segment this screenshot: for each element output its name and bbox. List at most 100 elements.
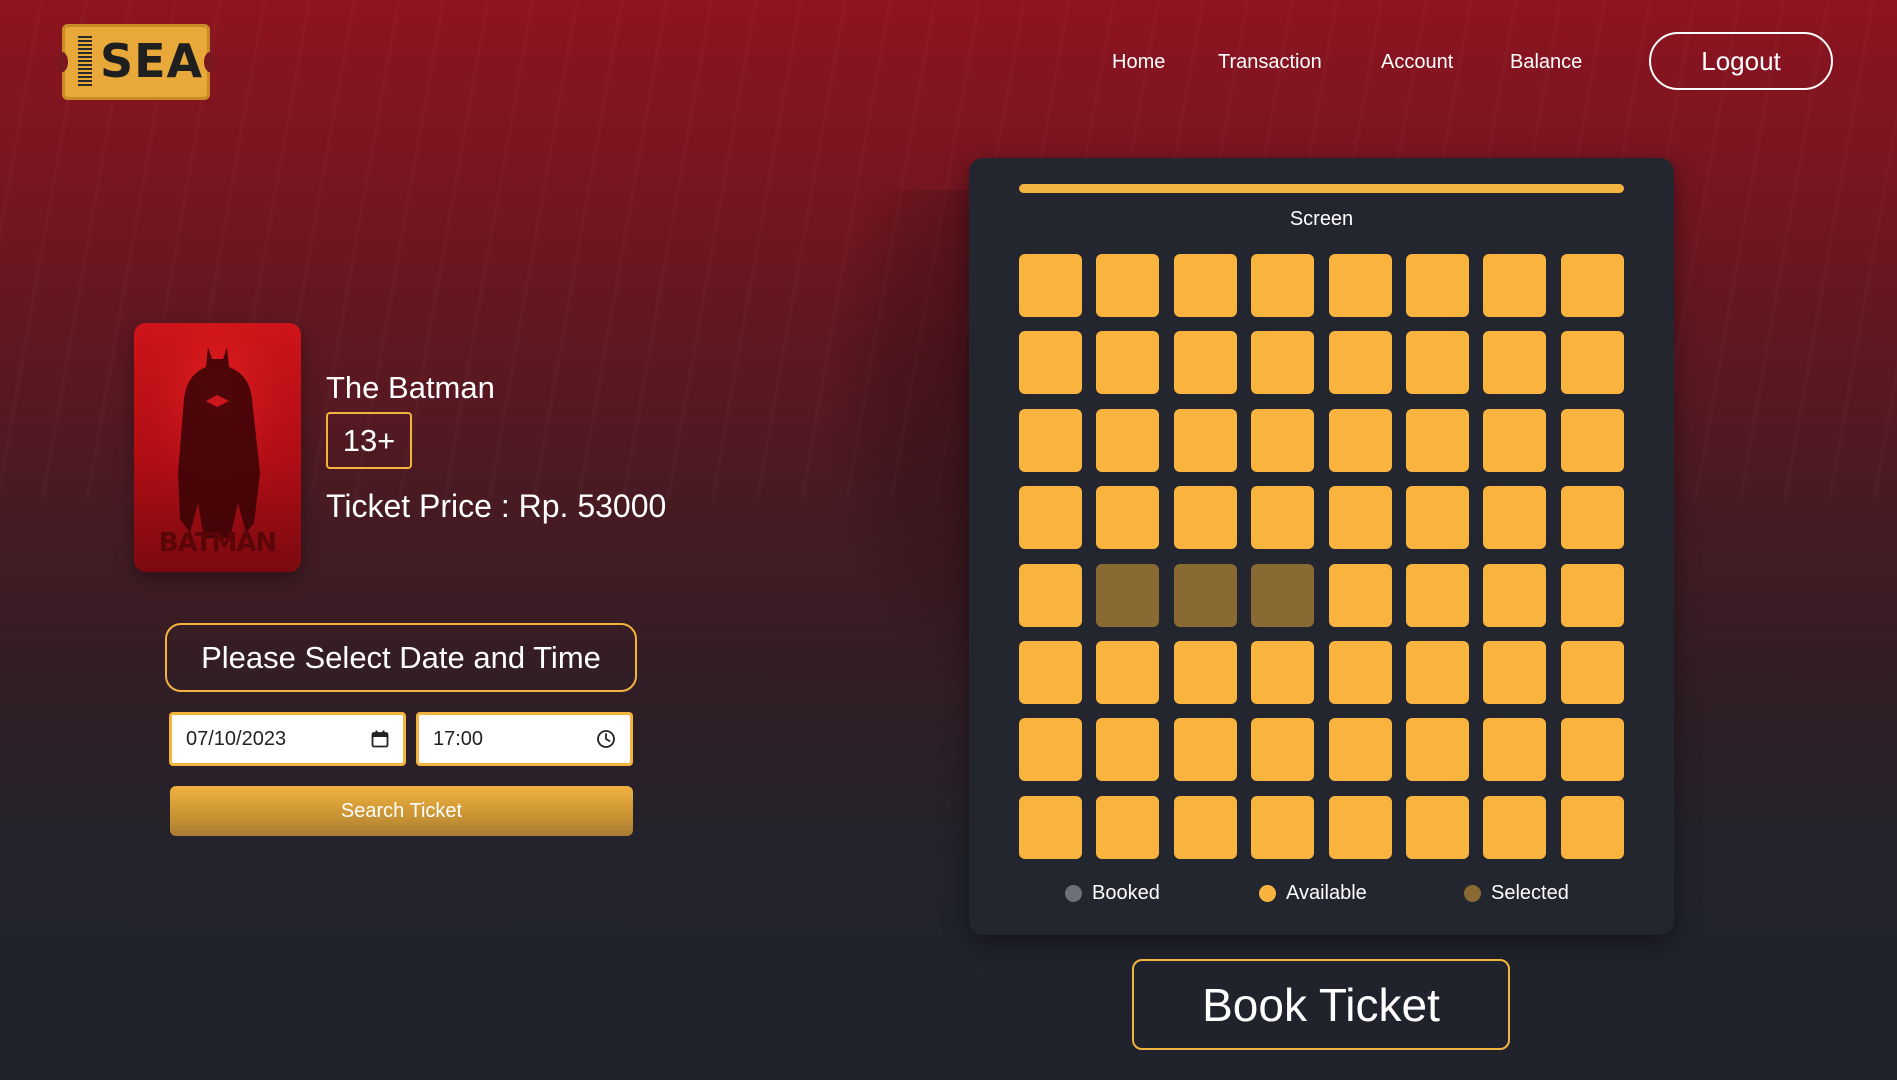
legend-booked-dot xyxy=(1065,885,1082,902)
seat-r2-c1-available[interactable] xyxy=(1019,331,1082,395)
seat-r3-c5-available[interactable] xyxy=(1328,408,1392,472)
nav-balance[interactable]: Balance xyxy=(1510,51,1582,74)
legend-available: Available xyxy=(1259,882,1367,905)
seat-r1-c1-available[interactable] xyxy=(1019,254,1082,317)
seat-r7-c6-available[interactable] xyxy=(1406,718,1469,782)
seat-r5-c8-available[interactable] xyxy=(1560,563,1624,627)
seat-r7-c1-available[interactable] xyxy=(1019,718,1082,782)
seat-r3-c4-available[interactable] xyxy=(1251,408,1315,472)
seat-r3-c2-available[interactable] xyxy=(1096,408,1160,472)
legend-booked-label: Booked xyxy=(1092,882,1160,904)
movie-title: The Batman xyxy=(326,370,495,405)
logout-button[interactable]: Logout xyxy=(1649,32,1833,90)
seat-r8-c6-available[interactable] xyxy=(1406,795,1469,859)
time-value: 17:00 xyxy=(433,727,484,750)
age-rating-badge: 13+ xyxy=(326,412,412,469)
screen-bar xyxy=(1019,184,1624,193)
nav-account[interactable]: Account xyxy=(1381,51,1453,74)
seat-r3-c6-available[interactable] xyxy=(1406,408,1469,472)
seat-r2-c6-available[interactable] xyxy=(1406,331,1469,395)
seat-r7-c5-available[interactable] xyxy=(1328,718,1392,782)
seat-r2-c2-available[interactable] xyxy=(1096,331,1160,395)
seat-r6-c4-available[interactable] xyxy=(1251,641,1315,704)
seat-r7-c3-available[interactable] xyxy=(1173,718,1237,782)
seat-r4-c8-available[interactable] xyxy=(1560,486,1624,550)
seat-selection-panel: Screen Booked Available Selected xyxy=(969,158,1674,935)
seat-r1-c4-available[interactable] xyxy=(1251,254,1315,317)
seat-r6-c1-available[interactable] xyxy=(1019,641,1082,704)
seat-r8-c7-available[interactable] xyxy=(1483,795,1547,859)
seat-r4-c7-available[interactable] xyxy=(1483,486,1547,550)
clock-icon[interactable] xyxy=(596,729,616,749)
seat-r2-c8-available[interactable] xyxy=(1560,331,1624,395)
logo-notch-right xyxy=(204,52,216,72)
brand-logo-text: SEA xyxy=(100,34,204,88)
legend-selected: Selected xyxy=(1464,882,1569,905)
seat-r5-c1-available[interactable] xyxy=(1019,563,1082,627)
seat-r4-c3-available[interactable] xyxy=(1173,486,1237,550)
seat-r1-c8-available[interactable] xyxy=(1560,254,1624,317)
seat-legend: Booked Available Selected xyxy=(969,882,1674,912)
date-value: 07/10/2023 xyxy=(186,727,287,750)
seat-r6-c7-available[interactable] xyxy=(1483,641,1547,704)
nav-home[interactable]: Home xyxy=(1112,51,1165,74)
time-input[interactable]: 17:00 xyxy=(416,712,633,766)
seat-r1-c2-available[interactable] xyxy=(1096,254,1160,317)
seat-r7-c8-available[interactable] xyxy=(1560,718,1624,782)
seat-r6-c6-available[interactable] xyxy=(1406,641,1469,704)
seat-r3-c7-available[interactable] xyxy=(1483,408,1547,472)
seat-r7-c7-available[interactable] xyxy=(1483,718,1547,782)
legend-booked: Booked xyxy=(1065,882,1160,905)
ticket-price: Ticket Price : Rp. 53000 xyxy=(326,488,667,524)
seat-r8-c2-available[interactable] xyxy=(1096,795,1160,859)
seat-r3-c8-available[interactable] xyxy=(1560,408,1624,472)
seat-r1-c3-available[interactable] xyxy=(1173,254,1237,317)
seat-grid xyxy=(1019,254,1624,859)
seat-r6-c5-available[interactable] xyxy=(1328,641,1392,704)
seat-r6-c2-available[interactable] xyxy=(1096,641,1160,704)
date-input[interactable]: 07/10/2023 xyxy=(169,712,406,766)
seat-r7-c4-available[interactable] xyxy=(1251,718,1315,782)
seat-r5-c3-selected[interactable] xyxy=(1173,563,1237,627)
seat-r3-c1-available[interactable] xyxy=(1019,408,1082,472)
seat-r5-c6-available[interactable] xyxy=(1406,563,1469,627)
seat-r1-c6-available[interactable] xyxy=(1406,254,1469,317)
seat-r4-c5-available[interactable] xyxy=(1328,486,1392,550)
barcode-icon xyxy=(78,36,92,88)
seat-r2-c3-available[interactable] xyxy=(1173,331,1237,395)
logo-notch-left xyxy=(56,52,68,72)
seat-r2-c5-available[interactable] xyxy=(1328,331,1392,395)
seat-r2-c4-available[interactable] xyxy=(1251,331,1315,395)
seat-r1-c5-available[interactable] xyxy=(1328,254,1392,317)
calendar-icon[interactable] xyxy=(371,730,389,748)
movie-poster: BATMAN xyxy=(134,323,301,572)
seat-r8-c5-available[interactable] xyxy=(1328,795,1392,859)
seat-r3-c3-available[interactable] xyxy=(1173,408,1237,472)
seat-r4-c4-available[interactable] xyxy=(1251,486,1315,550)
seat-r8-c1-available[interactable] xyxy=(1019,795,1082,859)
seat-r8-c4-available[interactable] xyxy=(1251,795,1315,859)
legend-available-dot xyxy=(1259,885,1276,902)
screen-label: Screen xyxy=(1289,208,1354,230)
seat-r8-c3-available[interactable] xyxy=(1173,795,1237,859)
legend-available-label: Available xyxy=(1286,882,1367,904)
seat-r5-c7-available[interactable] xyxy=(1483,563,1547,627)
brand-logo[interactable]: SEA xyxy=(56,24,216,100)
seat-r4-c6-available[interactable] xyxy=(1406,486,1469,550)
seat-r4-c2-available[interactable] xyxy=(1096,486,1160,550)
seat-r7-c2-available[interactable] xyxy=(1096,718,1160,782)
book-ticket-button[interactable]: Book Ticket xyxy=(1132,959,1510,1050)
legend-selected-dot xyxy=(1464,885,1481,902)
seat-r6-c8-available[interactable] xyxy=(1560,641,1624,704)
nav-transaction[interactable]: Transaction xyxy=(1218,51,1322,74)
seat-r5-c5-available[interactable] xyxy=(1328,563,1392,627)
seat-r5-c2-selected[interactable] xyxy=(1096,563,1160,627)
seat-r2-c7-available[interactable] xyxy=(1483,331,1547,395)
seat-r5-c4-selected[interactable] xyxy=(1251,563,1315,627)
seat-r8-c8-available[interactable] xyxy=(1560,795,1624,859)
seat-r4-c1-available[interactable] xyxy=(1019,486,1082,550)
seat-r1-c7-available[interactable] xyxy=(1483,254,1547,317)
poster-title: BATMAN xyxy=(158,528,277,558)
search-ticket-button[interactable]: Search Ticket xyxy=(170,786,633,836)
seat-r6-c3-available[interactable] xyxy=(1173,641,1237,704)
